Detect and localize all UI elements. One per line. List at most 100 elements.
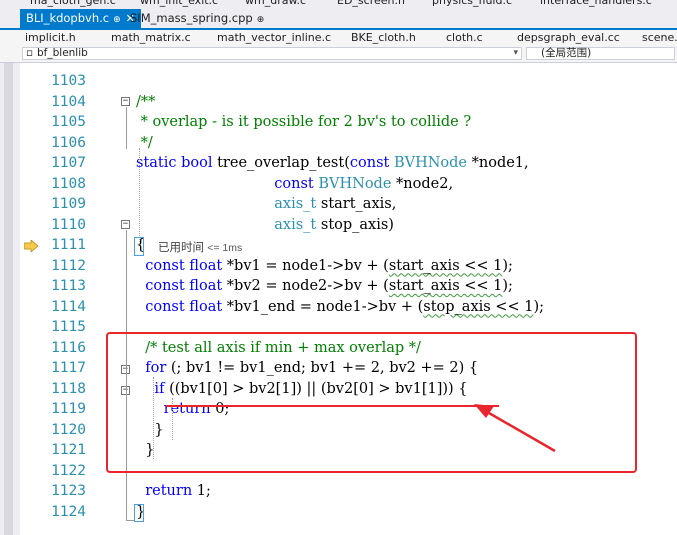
line-number: 1111	[51, 237, 86, 253]
line-number: 1103	[51, 73, 86, 89]
document-tab[interactable]: scene.c	[642, 30, 677, 46]
line-number: 1104	[51, 93, 86, 110]
document-tab[interactable]: depsgraph_eval.cc	[517, 30, 620, 46]
line-number: 1105	[51, 114, 86, 130]
line-number: 1116	[51, 339, 86, 356]
tab-hidden[interactable]: wm_draw.c	[245, 0, 306, 7]
line-number: 1123	[51, 483, 86, 499]
code-line: const float *bv2 = node2->bv + (start_ax…	[136, 276, 513, 296]
code-comment: /**	[136, 93, 156, 110]
document-tab[interactable]: cloth.c	[446, 30, 483, 46]
code-line: const float *bv1_end = node1->bv + (stop…	[136, 297, 544, 317]
fold-guide	[126, 520, 134, 521]
line-number: 1106	[51, 134, 86, 151]
line-number: 1115	[51, 319, 86, 335]
tab-hidden[interactable]: interface_handlers.c	[540, 0, 652, 7]
code-token: start_axis,	[320, 196, 397, 212]
scope-dropdown[interactable]: (全局范围)	[526, 47, 675, 60]
tab-hidden[interactable]: wm_init_exit.c	[140, 0, 218, 7]
document-tab[interactable]: math_matrix.c	[111, 30, 191, 46]
code-token: 1;	[196, 483, 211, 499]
chevron-down-icon: ▾	[513, 48, 518, 58]
fold-guide	[126, 107, 127, 149]
code-token: );	[502, 257, 513, 274]
code-line: /**	[136, 92, 155, 112]
code-line: * overlap - is it possible for 2 bv's to…	[136, 112, 472, 132]
line-number: 1121	[51, 442, 86, 458]
current-statement-arrow-icon	[24, 240, 38, 252]
project-name: bf_blenlib	[37, 47, 88, 59]
document-tab[interactable]: math_vector_inline.c	[217, 30, 331, 46]
code-token: *bv2 = node2->bv + (	[226, 278, 389, 294]
line-number: 1117	[51, 360, 86, 376]
fold-toggle[interactable]: −	[121, 220, 130, 229]
fold-toggle[interactable]: −	[121, 97, 130, 106]
code-token: );	[502, 278, 513, 294]
code-keyword: const	[274, 175, 319, 192]
code-type: axis_t	[274, 196, 321, 212]
line-number: 1107	[51, 155, 86, 171]
code-type: axis_t	[274, 216, 321, 233]
document-tab-row: BLI_kdopbvh.c ⊕ ✕ SIM_mass_spring.cpp ⊕	[0, 7, 677, 30]
brace-highlight	[134, 237, 144, 256]
code-token: *node1,	[471, 155, 529, 171]
code-token: stop_axis << 1	[423, 298, 534, 315]
annotation-underline	[166, 405, 499, 407]
perf-tip-value: <= 1ms	[207, 242, 243, 254]
navigation-bar: ▫ bf_blenlib ▾ (全局范围)	[0, 46, 677, 63]
code-line: const float *bv1 = node1->bv + (start_ax…	[136, 256, 513, 276]
code-token: );	[533, 298, 544, 315]
code-type: BVHNode	[393, 155, 472, 171]
code-editor[interactable]: 1103 1104 /** 1105 * overlap - is it possib…	[0, 63, 677, 535]
code-token: tree_overlap_test(	[217, 155, 350, 171]
perf-tip-label: 已用时间	[158, 242, 204, 254]
line-number: 1110	[51, 216, 86, 233]
line-number: 1124	[51, 503, 86, 520]
document-tab[interactable]: implicit.h	[25, 30, 76, 46]
line-number: 1109	[51, 196, 86, 212]
project-dropdown[interactable]: ▫ bf_blenlib ▾	[22, 47, 522, 60]
tab-hidden[interactable]: ma_cloth_gen.c	[30, 0, 116, 7]
code-line: axis_t stop_axis)	[136, 215, 394, 235]
code-keyword: static	[136, 155, 182, 171]
line-number: 1108	[51, 175, 86, 192]
code-keyword: bool	[181, 155, 218, 171]
line-number: 1118	[51, 380, 86, 397]
pin-icon[interactable]: ⊕	[257, 15, 265, 25]
perf-tip[interactable]: 已用时间 <= 1ms	[158, 239, 242, 255]
line-number: 1119	[51, 401, 86, 417]
code-keyword: float	[189, 298, 227, 315]
code-type: BVHNode	[318, 175, 397, 192]
code-keyword: const	[136, 278, 190, 294]
code-keyword: const	[136, 298, 190, 315]
tab-hidden[interactable]: ED_screen.h	[337, 0, 405, 7]
line-number: 1112	[51, 257, 86, 274]
annotation-arrow-icon	[474, 404, 556, 453]
line-number: 1122	[51, 462, 86, 479]
project-icon: ▫	[26, 47, 34, 59]
code-token: start_axis << 1	[388, 278, 503, 294]
code-keyword: const	[349, 155, 394, 171]
tab-label: BLI_kdopbvh.c	[26, 11, 110, 25]
tab-row-top: ma_cloth_gen.c wm_init_exit.c wm_draw.c ED_…	[0, 0, 677, 7]
document-tab[interactable]: SIM_mass_spring.cpp ⊕	[124, 9, 270, 28]
tab-hidden[interactable]: physics_fluid.c	[432, 0, 512, 7]
line-number: 1120	[51, 421, 86, 438]
code-token: *bv1_end = node1->bv + (	[226, 298, 424, 315]
tab-label: SIM_mass_spring.cpp	[130, 11, 253, 25]
pin-icon[interactable]: ⊕	[113, 15, 121, 25]
document-tab[interactable]: BKE_cloth.h	[351, 30, 416, 46]
code-line: axis_t start_axis,	[136, 194, 396, 214]
document-tab-row-2: implicit.h math_matrix.c math_vector_inlin…	[0, 30, 677, 47]
code-keyword: float	[189, 257, 227, 274]
code-comment: * overlap - is it possible for 2 bv's to…	[136, 114, 472, 130]
code-token: *node2,	[396, 175, 454, 192]
document-tab[interactable]: BLI_kdopbvh.c ⊕ ✕	[20, 9, 141, 28]
vertical-scrollbar[interactable]	[4, 63, 13, 535]
scope-label: (全局范围)	[541, 47, 592, 59]
brace-highlight	[134, 504, 144, 522]
line-number: 1113	[51, 278, 86, 294]
